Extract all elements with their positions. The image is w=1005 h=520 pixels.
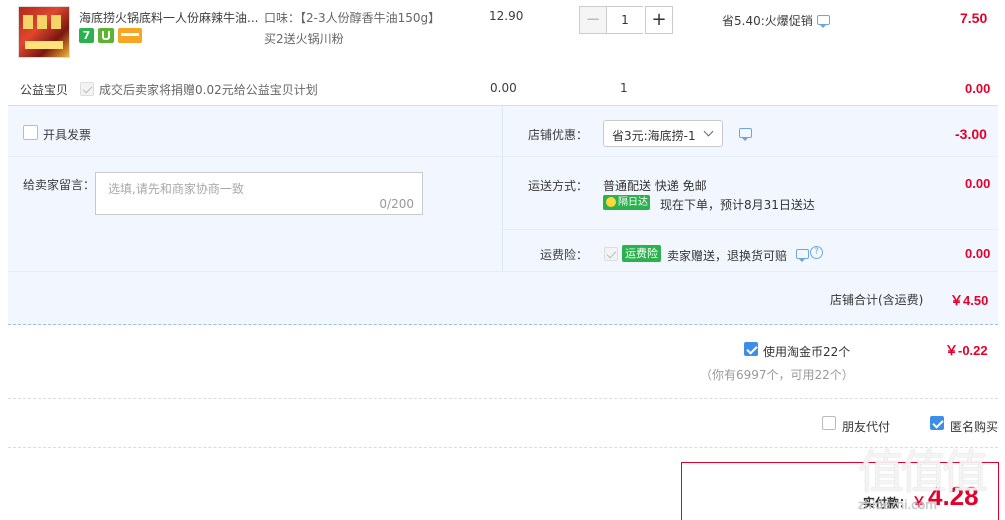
shipping-amount: 0.00 (965, 176, 991, 191)
promo-chat-icon[interactable] (817, 15, 830, 28)
panel-column-divider (502, 106, 503, 271)
coins-amount: ￥-0.22 (945, 343, 988, 358)
help-icon[interactable]: ? (810, 246, 823, 259)
next-day-badge: 隔日达 (603, 195, 650, 210)
promo-text: 省5.40:火爆促销 (722, 14, 813, 28)
insurance-checkbox (604, 247, 618, 261)
insurance-text: 卖家赠送，退换货可赔 (667, 249, 788, 263)
next-day-badge-text: 隔日达 (618, 197, 648, 208)
shipping-label: 运送方式： (528, 179, 589, 193)
store-discount-select[interactable]: 省3元:海底捞-1 (603, 120, 723, 147)
guarantee-icon (98, 28, 114, 43)
charity-label: 公益宝贝 (20, 83, 69, 97)
product-subtotal: 7.50 (960, 10, 988, 26)
section-divider (8, 447, 998, 448)
chevron-down-icon (703, 126, 714, 137)
charity-checkbox[interactable] (80, 82, 94, 96)
charity-price: 0.00 (490, 81, 517, 95)
panel-row-divider (8, 271, 998, 272)
shipping-method: 普通配送 快递 免邮 (603, 179, 707, 193)
friend-pay-checkbox[interactable] (822, 416, 836, 430)
watermark-logo: 值值值 (858, 445, 988, 499)
anonymous-label[interactable]: 匿名购买 (950, 418, 998, 435)
store-total-amount: ￥4.50 (950, 293, 989, 308)
lightning-icon (606, 197, 616, 207)
quantity-input[interactable]: 1 (607, 6, 643, 34)
invoice-checkbox[interactable] (23, 125, 38, 140)
product-thumbnail[interactable] (18, 6, 70, 58)
insurance-label: 运费险： (540, 248, 589, 262)
quantity-decrease-button[interactable]: − (579, 6, 607, 34)
section-divider (8, 398, 998, 399)
product-gift: 买2送火锅川粉 (264, 32, 344, 46)
message-label: 给卖家留言： (23, 178, 96, 192)
seven-day-return-badge: 7 (79, 28, 94, 43)
coins-note: （你有6997个，可用22个） (700, 368, 854, 382)
coins-checkbox[interactable] (744, 342, 758, 356)
coins-label[interactable]: 使用淘金币22个 (763, 343, 850, 360)
store-total-label: 店铺合计(含运费) (830, 293, 924, 307)
store-discount-selected: 省3元:海底捞-1 (612, 129, 696, 143)
store-discount-amount: -3.00 (955, 126, 987, 142)
unit-price: 12.90 (489, 9, 524, 23)
invoice-label[interactable]: 开具发票 (43, 126, 91, 143)
insurance-amount: 0.00 (965, 246, 991, 261)
discount-chat-icon[interactable] (739, 128, 752, 141)
quantity-increase-button[interactable]: + (645, 6, 673, 34)
shipping-eta: 现在下单，预计8月31日送达 (660, 198, 815, 212)
message-placeholder: 选填,请先和商家协商一致 (108, 182, 244, 196)
watermark-url: zhidezhi.com (858, 498, 937, 512)
product-title[interactable]: 海底捞火锅底料一人份麻辣牛油... (79, 9, 259, 26)
insurance-chat-icon[interactable] (796, 249, 809, 262)
credit-card-icon (118, 28, 142, 43)
message-textarea[interactable]: 选填,请先和商家协商一致 0/200 (95, 172, 423, 215)
message-counter: 0/200 (379, 197, 414, 211)
product-spec: 口味：【2-3人份醇香牛油150g】 (264, 11, 441, 25)
friend-pay-label[interactable]: 朋友代付 (842, 418, 890, 435)
charity-subtotal: 0.00 (965, 81, 991, 96)
anonymous-checkbox[interactable] (930, 416, 944, 430)
panel-row-divider (503, 229, 998, 230)
panel-row-divider (8, 156, 998, 157)
charity-text: 成交后卖家将捐赠0.02元给公益宝贝计划 (99, 83, 318, 97)
charity-quantity: 1 (620, 81, 628, 95)
store-discount-label: 店铺优惠： (528, 128, 589, 142)
insurance-badge: 运费险 (622, 245, 661, 262)
